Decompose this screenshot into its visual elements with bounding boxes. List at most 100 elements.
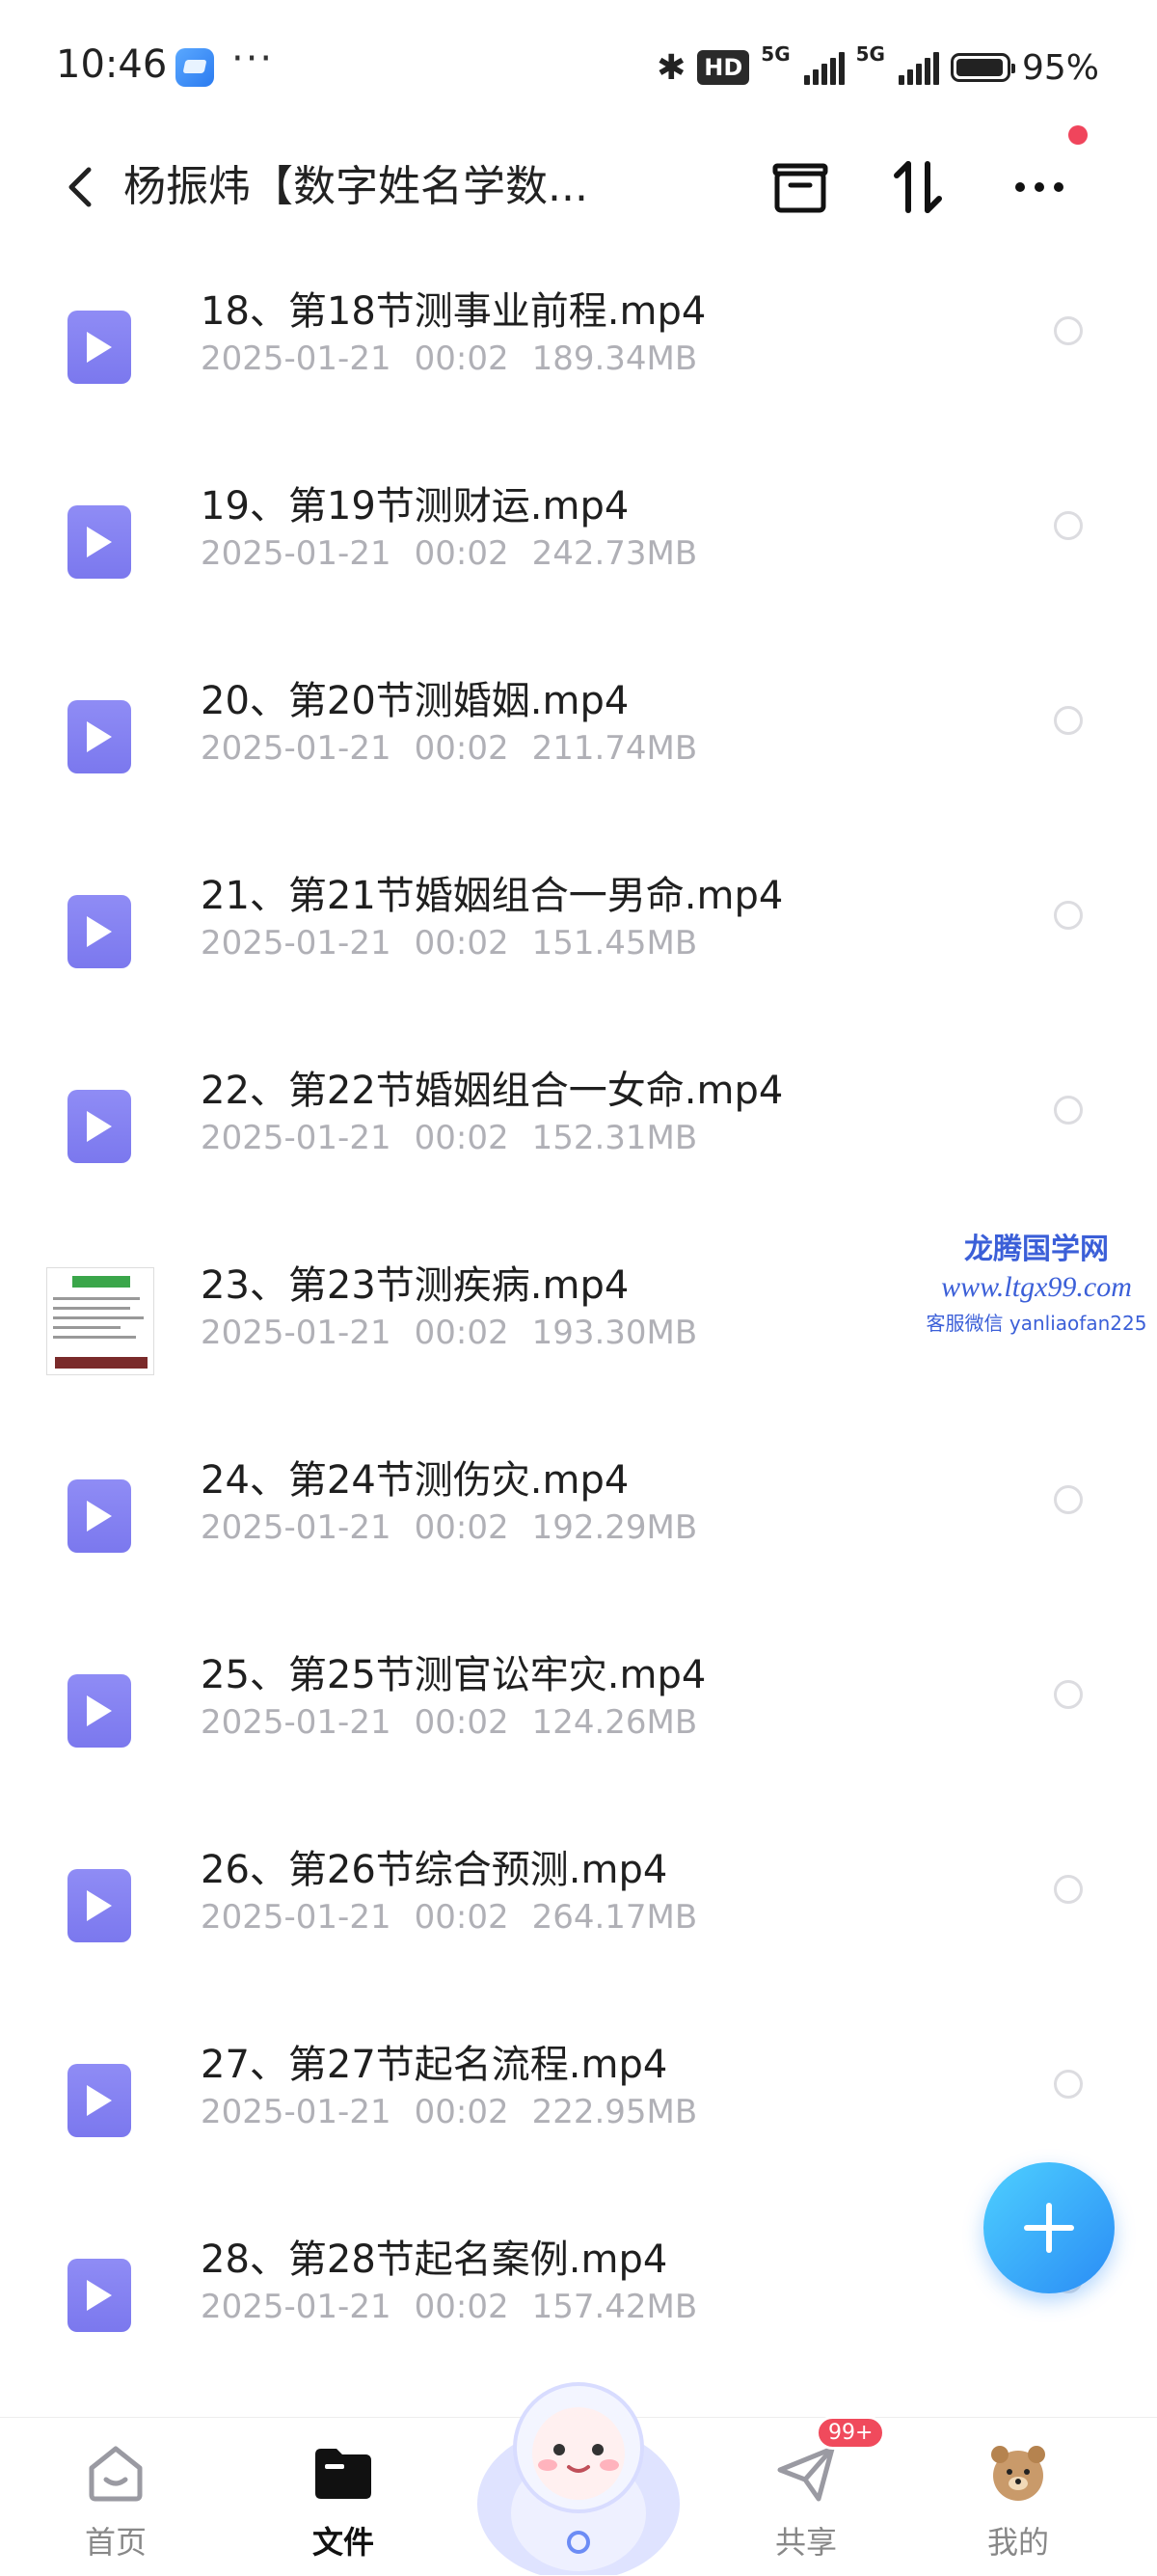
network-type: 5G	[855, 42, 885, 66]
video-file-icon	[67, 1090, 131, 1163]
tab-label: 共享	[774, 2524, 837, 2561]
file-name: 22、第22节婚姻组合一女命.mp4	[201, 1069, 784, 1113]
folder-title: 杨振炜【数字姓名学数...	[123, 162, 588, 211]
file-time: 00:02	[414, 1898, 509, 1937]
file-date: 2025-01-21	[201, 534, 391, 573]
network-type: 5G	[761, 42, 791, 66]
battery-percent: 95%	[1021, 47, 1099, 88]
video-file-icon	[67, 311, 131, 384]
file-name: 20、第20节测婚姻.mp4	[201, 679, 630, 723]
watermark: 龙腾国学网 www.ltgx99.com 客服微信 yanliaofan225	[911, 1225, 1157, 1336]
file-time: 00:02	[414, 1119, 509, 1157]
back-icon[interactable]	[52, 158, 110, 216]
file-meta: 2025-01-21 00:02 211.74MB	[201, 729, 697, 768]
file-row[interactable]: 25、第25节测官讼牢灾.mp4 2025-01-21 00:02 124.26MB	[0, 1614, 1157, 1809]
file-meta: 2025-01-21 00:02 152.31MB	[201, 1119, 697, 1157]
video-file-icon	[67, 2259, 131, 2332]
tab-home[interactable]: 首页	[39, 2418, 193, 2576]
file-row[interactable]: 22、第22节婚姻组合一女命.mp4 2025-01-21 00:02 152.31…	[0, 1030, 1157, 1225]
select-radio[interactable]	[1054, 1096, 1083, 1125]
select-radio[interactable]	[1054, 1875, 1083, 1904]
tab-share[interactable]: 99+ 共享	[729, 2416, 886, 2576]
file-row[interactable]: 19、第19节测财运.mp4 2025-01-21 00:02 242.73MB	[0, 446, 1157, 640]
add-button[interactable]	[983, 2162, 1115, 2293]
status-more-icon: ···	[231, 37, 275, 81]
select-radio[interactable]	[1054, 2070, 1083, 2099]
top-app-bar: 杨振炜【数字姓名学数...	[0, 125, 1157, 251]
video-file-icon	[67, 505, 131, 579]
file-date: 2025-01-21	[201, 1703, 391, 1742]
file-name: 25、第25节测官讼牢灾.mp4	[201, 1653, 707, 1697]
tab-profile[interactable]: 我的	[941, 2418, 1095, 2576]
video-file-icon	[67, 700, 131, 773]
file-time: 00:02	[414, 1508, 509, 1547]
file-name: 27、第27节起名流程.mp4	[201, 2043, 668, 2087]
tab-label: 文件	[311, 2524, 374, 2561]
app-icon	[175, 48, 214, 87]
file-date: 2025-01-21	[201, 1508, 391, 1547]
file-name: 21、第21节婚姻组合一男命.mp4	[201, 874, 784, 918]
file-meta: 2025-01-21 00:02 264.17MB	[201, 1898, 697, 1937]
file-size: 151.45MB	[531, 924, 698, 963]
battery-icon	[950, 53, 1015, 82]
file-time: 00:02	[414, 1703, 509, 1742]
mascot-icon[interactable]	[472, 2359, 685, 2575]
folder-icon	[315, 2449, 371, 2499]
select-radio[interactable]	[1054, 511, 1083, 540]
file-date: 2025-01-21	[201, 1314, 391, 1352]
share-badge: 99+	[816, 2416, 886, 2450]
notification-dot	[1068, 125, 1088, 145]
watermark-contact: 客服微信 yanliaofan225	[926, 1312, 1147, 1335]
select-radio[interactable]	[1054, 1485, 1083, 1514]
tab-files[interactable]: 文件	[266, 2418, 420, 2576]
file-row[interactable]: 21、第21节婚姻组合一男命.mp4 2025-01-21 00:02 151.45…	[0, 835, 1157, 1030]
file-date: 2025-01-21	[201, 2093, 391, 2131]
file-meta: 2025-01-21 00:02 242.73MB	[201, 534, 697, 573]
file-time: 00:02	[414, 2093, 509, 2131]
file-name: 18、第18节测事业前程.mp4	[201, 289, 707, 334]
file-size: 193.30MB	[531, 1314, 698, 1352]
tab-label: 首页	[84, 2524, 147, 2561]
video-file-icon	[67, 2064, 131, 2137]
file-meta: 2025-01-21 00:02 151.45MB	[201, 924, 697, 963]
file-date: 2025-01-21	[201, 1119, 391, 1157]
select-radio[interactable]	[1054, 901, 1083, 930]
sort-icon[interactable]	[879, 149, 956, 226]
file-row[interactable]: 24、第24节测伤灾.mp4 2025-01-21 00:02 192.29MB	[0, 1420, 1157, 1614]
file-size: 242.73MB	[531, 534, 698, 573]
select-radio[interactable]	[1054, 706, 1083, 735]
file-size: 152.31MB	[531, 1119, 698, 1157]
file-meta: 2025-01-21 00:02 192.29MB	[201, 1508, 697, 1547]
hd-icon: HD	[697, 50, 750, 85]
file-size: 211.74MB	[531, 729, 698, 768]
select-radio[interactable]	[1054, 316, 1083, 345]
select-radio[interactable]	[1054, 1680, 1083, 1709]
file-date: 2025-01-21	[201, 924, 391, 963]
file-row[interactable]: 26、第26节综合预测.mp4 2025-01-21 00:02 264.17MB	[0, 1809, 1157, 2004]
video-thumbnail	[46, 1267, 154, 1375]
profile-avatar-icon	[991, 2446, 1045, 2501]
signal-icon	[803, 50, 845, 85]
file-meta: 2025-01-21 00:02 222.95MB	[201, 2093, 697, 2131]
file-meta: 2025-01-21 00:02 157.42MB	[201, 2288, 697, 2326]
file-size: 192.29MB	[531, 1508, 698, 1547]
watermark-url: www.ltgx99.com	[941, 1271, 1132, 1303]
file-row[interactable]: 18、第18节测事业前程.mp4 2025-01-21 00:02 189.34MB	[0, 251, 1157, 446]
file-row[interactable]: 27、第27节起名流程.mp4 2025-01-21 00:02 222.95MB	[0, 2004, 1157, 2199]
file-name: 19、第19节测财运.mp4	[201, 484, 630, 529]
file-time: 00:02	[414, 1314, 509, 1352]
file-meta: 2025-01-21 00:02 124.26MB	[201, 1703, 697, 1742]
file-name: 24、第24节测伤灾.mp4	[201, 1458, 630, 1503]
file-date: 2025-01-21	[201, 729, 391, 768]
file-name: 23、第23节测疾病.mp4	[201, 1263, 630, 1308]
tab-label: 我的	[986, 2524, 1049, 2561]
archive-icon[interactable]	[762, 149, 839, 226]
file-size: 264.17MB	[531, 1898, 698, 1937]
file-meta: 2025-01-21 00:02 193.30MB	[201, 1314, 697, 1352]
status-indicators: ✱ HD 5G 5G 95%	[657, 42, 1099, 93]
more-menu-icon[interactable]	[1001, 149, 1078, 226]
video-file-icon	[67, 1869, 131, 1942]
file-time: 00:02	[414, 534, 509, 573]
status-bar: 10:46 ··· ✱ HD 5G 5G 95%	[0, 0, 1157, 135]
file-row[interactable]: 20、第20节测婚姻.mp4 2025-01-21 00:02 211.74MB	[0, 640, 1157, 835]
